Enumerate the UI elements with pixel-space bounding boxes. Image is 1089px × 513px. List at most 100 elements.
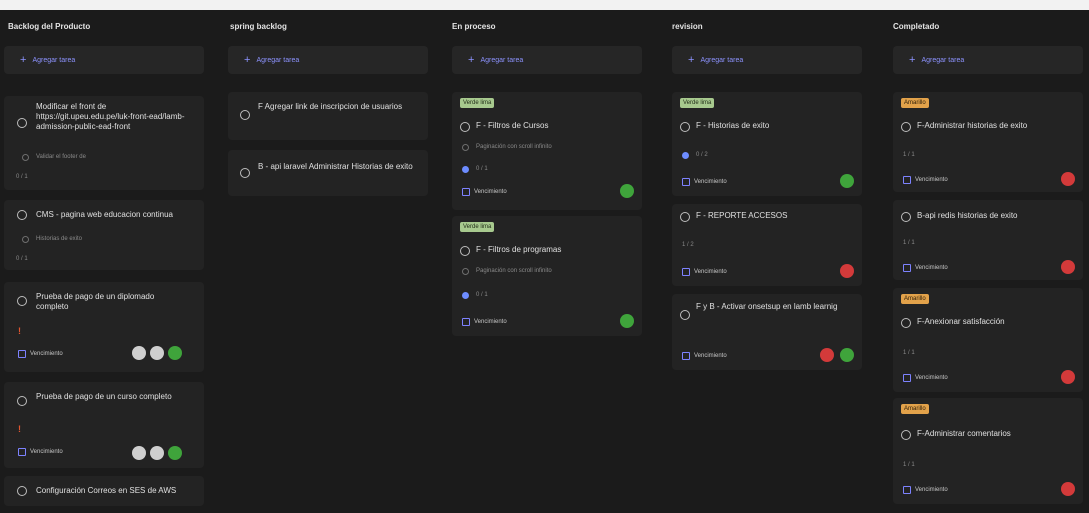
task-card[interactable]: Verde lima F - Filtros de programas Pagi… <box>452 216 642 336</box>
complete-toggle[interactable] <box>901 212 911 222</box>
task-title: Prueba de pago de un curso completo <box>36 392 172 401</box>
complete-toggle[interactable] <box>17 396 27 406</box>
complete-toggle[interactable] <box>17 296 27 306</box>
due-date[interactable]: Vencimiento <box>18 350 63 358</box>
complete-toggle[interactable] <box>240 110 250 120</box>
complete-toggle[interactable] <box>240 168 250 178</box>
task-card[interactable]: Prueba de pago de un curso completo ! Ve… <box>4 382 204 468</box>
due-label: Vencimiento <box>915 375 948 381</box>
checklist-progress: 0 / 1 <box>476 166 488 172</box>
calendar-icon <box>682 268 690 276</box>
task-card[interactable]: Verde lima F - Filtros de Cursos Paginac… <box>452 92 642 210</box>
kanban-board: Backlog del Producto + Agregar tarea Mod… <box>0 0 1089 513</box>
subtask-checkbox[interactable] <box>22 236 29 243</box>
subtask-checkbox[interactable] <box>462 268 469 275</box>
task-card[interactable]: F y B - Activar onsetsup en lamb learnig… <box>672 294 862 370</box>
status-badge <box>1061 370 1075 384</box>
task-card[interactable]: B - api laravel Administrar Historias de… <box>228 150 428 196</box>
task-card[interactable]: Amarillo F-Administrar comentarios 1 / 1… <box>893 398 1083 504</box>
task-title: F-Administrar historias de exito <box>917 121 1028 130</box>
task-card[interactable]: Amarillo F-Anexionar satisfacción 1 / 1 … <box>893 288 1083 392</box>
due-date[interactable]: Vencimiento <box>682 178 727 186</box>
label-tag[interactable]: Amarillo <box>901 294 929 304</box>
avatar[interactable] <box>132 346 146 360</box>
complete-toggle[interactable] <box>901 430 911 440</box>
checklist-progress: 0 / 1 <box>476 292 488 298</box>
expand-checklist-icon[interactable] <box>462 292 469 299</box>
task-title: Prueba de pago de un diplomado completo <box>36 292 155 311</box>
label-tag[interactable]: Verde lima <box>460 222 495 232</box>
add-task-button-revision[interactable]: + Agregar tarea <box>672 46 862 74</box>
avatar[interactable] <box>132 446 146 460</box>
task-card[interactable]: CMS - pagina web educacion continua Hist… <box>4 200 204 270</box>
subtask-label: Historias de exito <box>36 236 83 242</box>
add-task-button-backlog[interactable]: + Agregar tarea <box>4 46 204 74</box>
due-date[interactable]: Vencimiento <box>682 352 727 360</box>
checklist-progress: 0 / 1 <box>16 174 28 180</box>
task-card[interactable]: Prueba de pago de un diplomado completo … <box>4 282 204 372</box>
complete-toggle[interactable] <box>680 212 690 222</box>
task-card[interactable]: Verde lima F - Historias de exito 0 / 2 … <box>672 92 862 196</box>
task-card[interactable]: Configuración Correos en SES de AWS <box>4 476 204 506</box>
calendar-icon <box>18 350 26 358</box>
label-tag[interactable]: Amarillo <box>901 98 929 108</box>
complete-toggle[interactable] <box>17 486 27 496</box>
task-title: Modificar el front de https://git.upeu.e… <box>36 102 185 131</box>
calendar-icon <box>903 264 911 272</box>
task-title: CMS - pagina web educacion continua <box>36 210 173 219</box>
complete-toggle[interactable] <box>460 246 470 256</box>
add-task-button-spring[interactable]: + Agregar tarea <box>228 46 428 74</box>
due-date[interactable]: Vencimiento <box>903 264 948 272</box>
plus-icon: + <box>909 54 916 66</box>
task-title: Configuración Correos en SES de AWS <box>36 486 177 495</box>
status-badge <box>820 348 834 362</box>
add-task-button-proceso[interactable]: + Agregar tarea <box>452 46 642 74</box>
due-date[interactable]: Vencimiento <box>903 374 948 382</box>
label-tag[interactable]: Amarillo <box>901 404 929 414</box>
task-card[interactable]: F - REPORTE ACCESOS 1 / 2 Vencimiento <box>672 204 862 286</box>
plus-icon: + <box>20 54 27 66</box>
status-badge <box>840 348 854 362</box>
expand-checklist-icon[interactable] <box>462 166 469 173</box>
add-task-label: Agregar tarea <box>700 56 744 64</box>
complete-toggle[interactable] <box>17 210 27 220</box>
add-task-button-completado[interactable]: + Agregar tarea <box>893 46 1083 74</box>
due-label: Vencimiento <box>474 189 507 195</box>
due-date[interactable]: Vencimiento <box>682 268 727 276</box>
task-card[interactable]: B-api redis historias de exito 1 / 1 Ven… <box>893 200 1083 280</box>
subtask-checkbox[interactable] <box>462 144 469 151</box>
checklist-progress: 1 / 2 <box>682 242 694 248</box>
subtask-checkbox[interactable] <box>22 154 29 161</box>
task-card[interactable]: F Agregar link de inscripcion de usuario… <box>228 92 428 140</box>
avatar[interactable] <box>150 446 164 460</box>
due-label: Vencimiento <box>915 265 948 271</box>
status-badge <box>840 264 854 278</box>
add-task-label: Agregar tarea <box>256 56 300 64</box>
due-date[interactable]: Vencimiento <box>462 188 507 196</box>
task-card[interactable]: Amarillo F-Administrar historias de exit… <box>893 92 1083 192</box>
complete-toggle[interactable] <box>17 118 27 128</box>
task-title: F Agregar link de inscripcion de usuario… <box>258 102 403 111</box>
checklist-progress: 1 / 1 <box>903 152 915 158</box>
due-date[interactable]: Vencimiento <box>462 318 507 326</box>
complete-toggle[interactable] <box>460 122 470 132</box>
status-badge <box>620 314 634 328</box>
label-tag[interactable]: Verde lima <box>460 98 495 108</box>
due-date[interactable]: Vencimiento <box>903 176 948 184</box>
label-tag[interactable]: Verde lima <box>680 98 715 108</box>
complete-toggle[interactable] <box>680 310 690 320</box>
expand-checklist-icon[interactable] <box>682 152 689 159</box>
complete-toggle[interactable] <box>901 318 911 328</box>
status-badge <box>168 346 182 360</box>
column-title-revision: revision <box>672 22 703 31</box>
complete-toggle[interactable] <box>680 122 690 132</box>
task-title: F-Anexionar satisfacción <box>917 317 1005 326</box>
due-date[interactable]: Vencimiento <box>903 486 948 494</box>
status-badge <box>1061 482 1075 496</box>
window-top-bar <box>0 0 1089 10</box>
task-card[interactable]: Modificar el front de https://git.upeu.e… <box>4 96 204 190</box>
task-title: F y B - Activar onsetsup en lamb learnig <box>696 302 838 311</box>
due-date[interactable]: Vencimiento <box>18 448 63 456</box>
complete-toggle[interactable] <box>901 122 911 132</box>
avatar[interactable] <box>150 346 164 360</box>
